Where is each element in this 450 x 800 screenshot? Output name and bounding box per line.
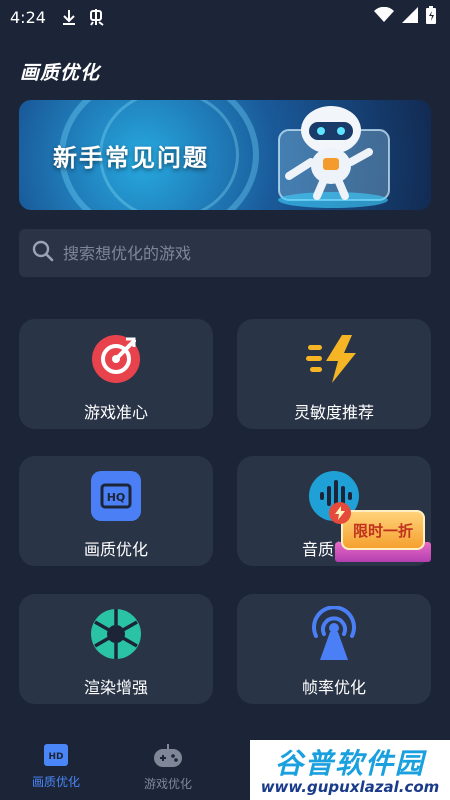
wifi-icon <box>374 6 394 27</box>
feature-label: 游戏准心 <box>83 403 148 422</box>
feature-card-render[interactable]: 渲染增强 <box>19 594 213 704</box>
tab-game-optimize[interactable]: 游戏优化 <box>112 738 224 800</box>
gamepad-tab-icon <box>153 744 183 772</box>
status-time: 4:24 <box>10 7 46 27</box>
bolt-icon <box>329 502 351 524</box>
status-bar: 4:24 <box>0 0 450 34</box>
feature-label: 画质优化 <box>83 540 148 559</box>
feature-card-framerate[interactable]: 帧率优化 <box>237 594 431 704</box>
banner-title: 新手常见问题 <box>53 144 209 172</box>
tab-quality[interactable]: HD 画质优化 <box>0 738 112 800</box>
promo-text: 限时一折 <box>352 521 413 540</box>
badge-plate: 限时一折 <box>341 510 425 550</box>
hd-tab-icon: HD <box>44 744 68 770</box>
battery-icon <box>426 6 436 28</box>
watermark: 谷普软件园 www.gupuxlazal.com <box>250 740 450 800</box>
watermark-url: www.gupuxlazal.com <box>260 778 440 796</box>
svg-text:HQ: HQ <box>107 491 126 504</box>
app-notification-icon <box>88 8 106 26</box>
feature-label: 渲染增强 <box>83 678 148 697</box>
tab-label: 游戏优化 <box>143 777 192 791</box>
feature-card-sensitivity[interactable]: 灵敏度推荐 <box>237 319 431 429</box>
tab-label: 画质优化 <box>31 775 80 789</box>
search-bar[interactable] <box>19 229 431 277</box>
feature-card-hd[interactable]: HQ 画质优化 <box>19 456 213 566</box>
search-icon <box>31 239 55 267</box>
signal-icon <box>402 7 418 27</box>
feature-card-crosshair[interactable]: 游戏准心 <box>19 319 213 429</box>
hd-quality-icon: HQ <box>88 468 144 524</box>
lightning-speed-icon <box>306 331 362 387</box>
faq-banner[interactable]: 新手常见问题 <box>19 100 431 210</box>
aperture-icon <box>88 606 144 662</box>
crosshair-target-icon <box>88 331 144 387</box>
promo-badge[interactable]: 限时一折 <box>329 502 431 562</box>
feature-label: 帧率优化 <box>301 678 366 697</box>
svg-text:HD: HD <box>48 752 63 762</box>
download-icon <box>62 9 76 25</box>
search-input[interactable] <box>63 243 393 263</box>
page-title: 画质优化 <box>20 62 101 84</box>
robot-mascot-icon <box>278 106 390 208</box>
broadcast-tower-icon <box>306 606 362 662</box>
feature-label: 灵敏度推荐 <box>293 403 374 422</box>
watermark-name: 谷普软件园 <box>274 747 425 780</box>
